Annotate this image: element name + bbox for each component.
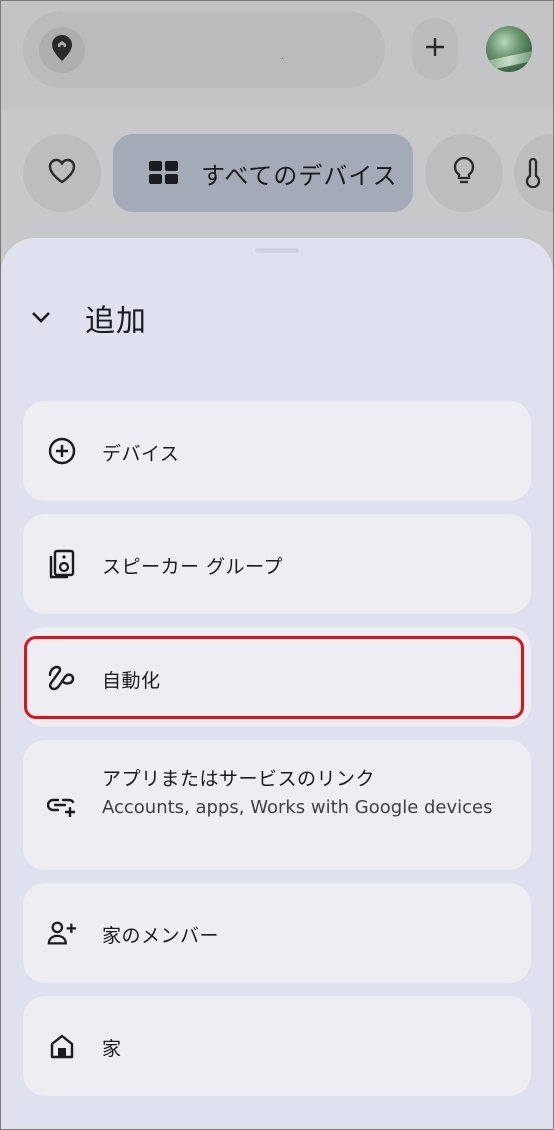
household-member-item[interactable]: 家のメンバー	[23, 883, 531, 983]
drag-handle[interactable]	[255, 248, 299, 253]
search-text: .	[281, 51, 285, 62]
favorites-chip[interactable]	[23, 134, 101, 212]
automation-item[interactable]: 自動化	[23, 627, 531, 727]
automation-icon	[47, 663, 77, 693]
lighting-chip[interactable]	[425, 134, 503, 212]
link-service-label: アプリまたはサービスのリンク	[102, 768, 376, 790]
top-bar: .	[1, 1, 553, 109]
avatar[interactable]	[486, 26, 532, 72]
heart-icon	[48, 158, 76, 188]
speaker-icon	[47, 549, 77, 579]
grid-icon	[149, 161, 179, 185]
add-device-label: デバイス	[102, 443, 180, 465]
chevron-down-icon	[30, 309, 52, 328]
add-circle-icon	[47, 436, 77, 466]
household-member-label: 家のメンバー	[102, 925, 220, 947]
sheet-header: 追加	[1, 288, 553, 348]
add-bottom-sheet: 追加 デバイス スピーカー グループ 自動化 アプリまたはサービスのリンク Ac…	[1, 238, 553, 1129]
filter-chips: すべてのデバイス	[1, 109, 553, 239]
add-button[interactable]	[412, 18, 458, 80]
link-service-subtitle: Accounts, apps, Works with Google device…	[102, 797, 493, 818]
speaker-group-item[interactable]: スピーカー グループ	[23, 514, 531, 614]
home-item[interactable]: 家	[23, 996, 531, 1096]
speaker-group-label: スピーカー グループ	[102, 556, 283, 578]
screen: . すべてのデバイス 追加 デバイス スピーカー グループ 自動化 アプリまたは…	[0, 0, 554, 1130]
add-device-item[interactable]: デバイス	[23, 401, 531, 501]
all-devices-label: すべてのデバイス	[201, 161, 398, 190]
collapse-button[interactable]	[21, 298, 61, 338]
home-search-bar[interactable]: .	[23, 11, 385, 88]
home-icon	[47, 1031, 77, 1061]
all-devices-chip[interactable]: すべてのデバイス	[113, 134, 413, 212]
plus-icon	[423, 35, 447, 63]
link-service-item[interactable]: アプリまたはサービスのリンク Accounts, apps, Works wit…	[23, 740, 531, 870]
location-pin-icon	[51, 34, 73, 66]
lightbulb-icon	[452, 156, 476, 190]
person-add-icon	[47, 918, 77, 948]
thermometer-icon	[525, 158, 541, 188]
automation-label: 自動化	[102, 670, 161, 692]
sheet-title: 追加	[85, 304, 147, 339]
location-pin-button[interactable]	[39, 27, 85, 73]
climate-chip[interactable]	[514, 134, 553, 212]
link-add-icon	[47, 792, 77, 822]
home-label: 家	[102, 1038, 122, 1060]
